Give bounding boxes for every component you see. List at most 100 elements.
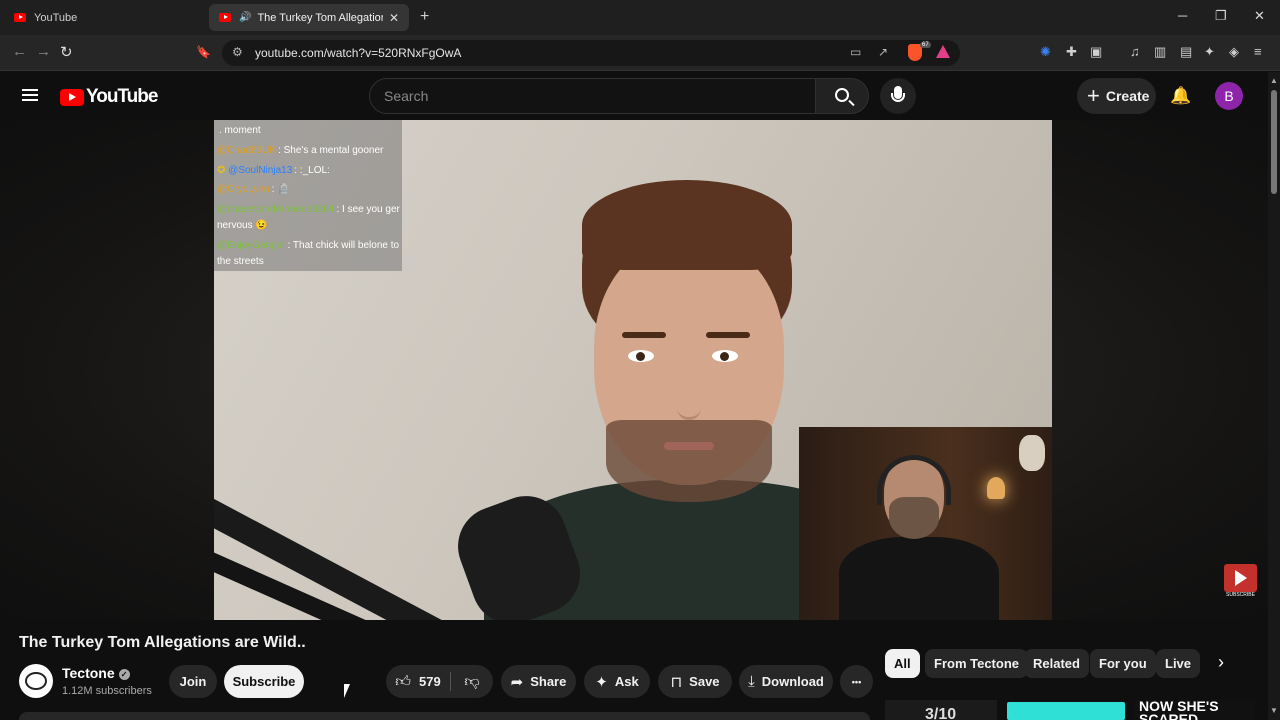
share-page-icon[interactable]: ↗	[878, 45, 888, 59]
recommendation-thumbnail[interactable]: NOW SHE'S SCARED	[1135, 700, 1255, 720]
chip-for-you[interactable]: For you	[1090, 649, 1156, 678]
join-button[interactable]: Join	[169, 665, 217, 698]
reactor-body	[839, 537, 999, 620]
more-actions-button[interactable]: •••	[840, 665, 873, 698]
chat-message: ✪ @SoulNinja13: :_LOL:	[217, 163, 401, 179]
chat-user: @CryoLynn	[217, 184, 270, 195]
video-title: The Turkey Tom Allegations are Wild..	[19, 634, 306, 651]
channel-name-text[interactable]: Tectone	[62, 665, 115, 681]
voice-search-button[interactable]	[880, 78, 916, 114]
tab-title: YouTube	[34, 11, 78, 24]
scroll-down-icon[interactable]: ▼	[1270, 706, 1278, 715]
player-area: . moment @Chad69UK: She's a mental goone…	[0, 120, 1268, 620]
close-window-button[interactable]: ✕	[1254, 8, 1265, 24]
chat-text: : She's a mental gooner	[278, 145, 384, 156]
extension-icon[interactable]: ✺	[1040, 44, 1051, 60]
dislike-button[interactable]: 👎︎	[451, 665, 493, 698]
new-tab-button[interactable]: +	[420, 8, 429, 26]
bookmark-icon[interactable]: 🔖	[196, 45, 211, 59]
bookmark-icon: ⊓	[670, 673, 683, 691]
save-button[interactable]: ⊓ Save	[658, 665, 732, 698]
thumbs-down-icon: 👎︎	[464, 672, 480, 690]
cast-icon[interactable]: ▭	[850, 45, 861, 59]
media-icon[interactable]: ♫	[1130, 44, 1140, 59]
headset-icon	[877, 455, 951, 505]
create-button[interactable]: + Create	[1077, 78, 1156, 114]
address-bar[interactable]: ⚙ youtube.com/watch?v=520RNxFgOwA ▭ ↗ 67	[222, 40, 960, 66]
verified-icon: ✓	[118, 668, 130, 680]
share-button[interactable]: ➦ Share	[501, 665, 576, 698]
vpn-icon[interactable]: ◈	[1229, 44, 1239, 60]
chat-message: @chasevanderheede9264: I see you ger ner…	[217, 202, 401, 234]
ask-button[interactable]: ✦ Ask	[584, 665, 650, 698]
channel-name[interactable]: Tectone ✓	[62, 665, 130, 681]
right-brow	[706, 332, 750, 338]
youtube-logo[interactable]: YouTube	[60, 86, 158, 108]
left-brow	[622, 332, 666, 338]
chip-related[interactable]: Related	[1024, 649, 1089, 678]
description-box[interactable]	[19, 712, 870, 720]
recommendation-thumbnail[interactable]: 3/10	[885, 700, 997, 720]
url-text[interactable]: youtube.com/watch?v=520RNxFgOwA	[255, 46, 461, 60]
badge-icon: ✪	[217, 165, 229, 176]
channel-avatar[interactable]	[19, 664, 53, 698]
notifications-bell-icon[interactable]: 🔔	[1170, 86, 1191, 106]
extensions-puzzle-icon[interactable]: ✚	[1066, 44, 1077, 60]
page-scrollbar[interactable]: ▲ ▼	[1268, 72, 1280, 720]
leo-ai-icon[interactable]: ✦	[1204, 44, 1215, 60]
download-button[interactable]: ⤓ Download	[739, 665, 833, 698]
left-eye	[628, 350, 654, 362]
tab-close-icon[interactable]: ✕	[389, 11, 399, 25]
search-icon	[835, 88, 849, 102]
mouse-cursor-icon	[343, 684, 351, 701]
account-avatar[interactable]: B	[1215, 82, 1243, 110]
brave-rewards-icon[interactable]	[936, 45, 950, 58]
chat-message: @EnjoyGengar: That chick will belone to …	[217, 238, 401, 270]
minimize-button[interactable]: ─	[1178, 8, 1187, 23]
chat-message: @CryoLynn: 🪦	[217, 182, 401, 198]
youtube-favicon-icon	[219, 13, 231, 22]
back-button[interactable]: ←	[12, 43, 27, 60]
wallet-icon[interactable]: ▤	[1180, 44, 1192, 60]
recommendation-thumbnail[interactable]	[1007, 702, 1125, 720]
search-button[interactable]	[815, 78, 869, 114]
share-label: Share	[530, 674, 567, 689]
chip-all[interactable]: All	[885, 649, 920, 678]
subscribe-watermark[interactable]: SUBSCRIBE	[1224, 564, 1257, 600]
nose	[677, 370, 701, 420]
youtube-logo-icon	[60, 88, 84, 106]
maximize-button[interactable]: ❐	[1215, 8, 1227, 24]
search-input[interactable]: Search	[369, 78, 816, 114]
save-label: Save	[689, 674, 720, 689]
tab-active-video[interactable]: 🔊 The Turkey Tom Allegations a ✕	[209, 4, 409, 31]
chip-from-tectone[interactable]: From Tectone	[925, 649, 1028, 678]
guide-menu-icon[interactable]	[22, 89, 38, 101]
thumbnail-text: 3/10	[925, 706, 957, 720]
shields-count-badge: 67	[920, 42, 931, 48]
subscribe-label: Subscribe	[232, 674, 296, 689]
sidebar-icon[interactable]: ▥	[1154, 44, 1166, 60]
share-icon: ➦	[510, 673, 524, 691]
screenshot-icon[interactable]: ▣	[1090, 44, 1102, 60]
audio-playing-icon[interactable]: 🔊	[239, 12, 251, 23]
logo-text: YouTube	[86, 86, 158, 107]
menu-icon[interactable]: ≡	[1254, 44, 1262, 59]
site-info-icon[interactable]: ⚙	[232, 45, 243, 59]
thumbnail-text: NOW SHE'S SCARED	[1139, 700, 1219, 720]
like-button[interactable]: 👍︎ 579	[386, 665, 450, 698]
chat-user: @Chad69UK	[217, 145, 277, 156]
browser-tab-strip: YouTube 🔊 The Turkey Tom Allegations a ✕…	[0, 0, 1280, 35]
sparkle-icon: ✦	[595, 673, 608, 691]
reload-button[interactable]: ↻	[60, 43, 73, 61]
chip-live[interactable]: Live	[1156, 649, 1201, 678]
scroll-up-icon[interactable]: ▲	[1270, 76, 1278, 85]
subscribe-button[interactable]: Subscribe	[224, 665, 304, 698]
chevron-right-icon[interactable]: ›	[1218, 652, 1224, 673]
chat-user: @EnjoyGengar	[217, 240, 286, 251]
scrollbar-thumb[interactable]	[1271, 90, 1277, 194]
forward-button[interactable]: →	[36, 43, 51, 60]
tab-title: The Turkey Tom Allegations a	[257, 11, 382, 24]
tab-youtube[interactable]: YouTube	[4, 4, 204, 31]
chat-user: @chasevanderheede9264	[217, 204, 335, 215]
video-player[interactable]: . moment @Chad69UK: She's a mental goone…	[214, 120, 1052, 620]
